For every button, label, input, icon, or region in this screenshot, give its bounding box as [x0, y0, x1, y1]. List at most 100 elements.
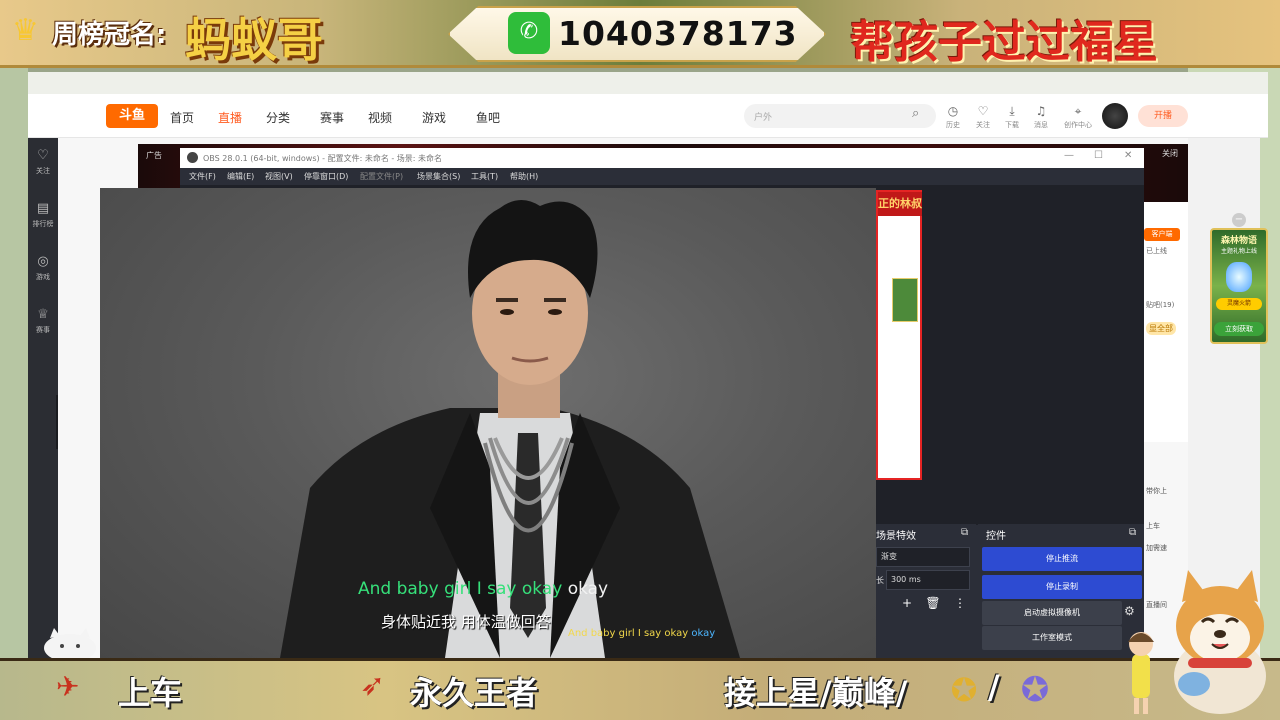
gear-icon[interactable]: ⚙ [1124, 604, 1135, 618]
slogan-text: 帮孩子过过福星 [850, 17, 1158, 68]
heart-icon[interactable]: ♡ [971, 104, 995, 118]
menu-docks[interactable]: 停靠窗口(D) [304, 171, 348, 182]
undock-icon[interactable]: ⧉ [961, 527, 968, 538]
menu-edit[interactable]: 编辑(E) [227, 171, 254, 182]
lyric-line-3-sung: And baby girl I say okay [568, 628, 689, 639]
obs-logo-icon [187, 152, 198, 163]
right-text: 已上线 [1146, 247, 1167, 255]
menu-tools[interactable]: 工具(T) [471, 171, 498, 182]
site-logo[interactable]: 斗鱼 [106, 104, 158, 128]
search-icon[interactable]: ⌕ [912, 106, 919, 121]
minimize-icon[interactable]: — [1064, 150, 1074, 161]
lyric-line-3-rest: okay [691, 628, 716, 639]
search-placeholder: 户外 [754, 113, 773, 123]
collapse-ad-icon[interactable]: − [1232, 213, 1246, 227]
nav-fishbar[interactable]: 鱼吧 [476, 109, 500, 126]
right-text: 上车 [1146, 522, 1160, 530]
download-icon[interactable]: ⤓ [1000, 104, 1024, 119]
search-input[interactable] [744, 104, 936, 128]
plane-icon: ✈ [56, 670, 80, 703]
clock-icon[interactable]: ◷ [941, 104, 965, 118]
client-button[interactable]: 客户端 [1144, 228, 1180, 241]
rocket-icon: ➶ [360, 668, 386, 703]
controls-header: 控件 [986, 531, 1006, 542]
more-icon[interactable]: ⋮ [950, 594, 970, 612]
mouse-icon[interactable]: ◎ [32, 254, 54, 269]
trash-icon[interactable]: 🗑 [923, 594, 943, 612]
lyric-line-2: 身体贴近我 用体温做回答 [381, 613, 551, 631]
stop-recording-button[interactable]: 停止录制 [982, 575, 1142, 599]
ranking-icon[interactable]: ▤ [32, 201, 54, 216]
game-ad-item: 灵魔火箭 [1216, 298, 1262, 310]
right-text[interactable]: 贴吧(19) [1146, 300, 1174, 310]
download-label: 下载 [1005, 121, 1019, 129]
menu-view[interactable]: 视图(V) [265, 171, 293, 182]
nav-match[interactable]: 赛事 [320, 109, 344, 126]
avatar[interactable] [1102, 103, 1128, 129]
menu-file[interactable]: 文件(F) [189, 171, 216, 182]
game-ad-subtitle: 主题礼物上线 [1220, 248, 1257, 255]
preview-game-card [892, 278, 918, 322]
lyric-line-1-sung: And baby girl I say okay [358, 579, 563, 599]
browser-tab-bar[interactable] [28, 72, 1268, 94]
wechat-id: 1040378173 [558, 14, 798, 53]
dog-mascot [1174, 570, 1266, 714]
preview-title: 正的林叔 [878, 192, 922, 216]
peak-rank-badge-icon: ✪ [1020, 670, 1050, 710]
show-all-badge[interactable]: 显全部 [1146, 322, 1176, 335]
lyric-line-1: And baby girl I say okay okay [358, 579, 608, 599]
menu-profile[interactable]: 配置文件(P) [360, 171, 403, 182]
trophy-icon[interactable]: ♕ [32, 307, 54, 322]
source-preview[interactable] [876, 190, 922, 480]
gem-icon [1226, 262, 1252, 292]
wechat-icon: ✆ [508, 12, 550, 54]
sidebar-item-game[interactable]: 游戏 [28, 272, 58, 282]
start-virtual-camera-button[interactable]: 启动虚拟摄像机 [982, 601, 1122, 625]
location-icon[interactable]: ⌖ [1066, 104, 1090, 119]
creator-label: 创作中心 [1064, 121, 1092, 129]
lyric-line-3: And baby girl I say okay okay [568, 628, 715, 639]
sponsor-name: 蚂蚁哥 [185, 13, 323, 67]
nav-category[interactable]: 分类 [266, 109, 290, 126]
left-sidebar [28, 138, 58, 658]
sidebar-item-follow[interactable]: 关注 [28, 166, 58, 176]
stop-streaming-button[interactable]: 停止推流 [982, 547, 1142, 571]
obs-title: OBS 28.0.1 (64-bit, windows) - 配置文件: 未命名… [203, 154, 443, 163]
history-label: 历史 [946, 121, 960, 129]
add-icon[interactable]: + [897, 594, 917, 612]
maximize-icon[interactable]: ☐ [1094, 150, 1103, 161]
right-text: 带你上 [1146, 487, 1167, 495]
studio-mode-button[interactable]: 工作室模式 [982, 626, 1122, 650]
ad-label: 广告 [146, 151, 162, 160]
menu-scene-collection[interactable]: 场景集合(S) [417, 171, 460, 182]
star-rank-badge-icon: ✪ [950, 671, 978, 709]
message-label: 消息 [1034, 121, 1048, 129]
undock-icon[interactable]: ⧉ [1129, 527, 1136, 538]
bell-icon[interactable]: ♫ [1029, 104, 1053, 118]
nav-game[interactable]: 游戏 [422, 109, 446, 126]
cat-mascot [44, 628, 96, 658]
weekly-sponsor-label: 周榜冠名: [52, 20, 167, 50]
close-icon[interactable]: ✕ [1124, 150, 1132, 161]
left-frame [0, 68, 28, 658]
menu-help[interactable]: 帮助(H) [510, 171, 538, 182]
sidebar-item-ranking[interactable]: 排行榜 [28, 219, 58, 229]
crown-icon: ♛ [12, 13, 39, 48]
bottom-text-4: / [988, 668, 1000, 706]
ad-close-button[interactable]: 关闭 [1162, 148, 1178, 159]
game-ad-button[interactable]: 立刻获取 [1214, 322, 1264, 336]
follow-label: 关注 [976, 121, 990, 129]
nav-home[interactable]: 首页 [170, 109, 194, 126]
sidebar-item-match[interactable]: 赛事 [28, 325, 58, 335]
lyric-line-1-rest: okay [567, 579, 609, 599]
transitions-header: 场景特效 [876, 531, 916, 542]
heart-icon[interactable]: ♡ [32, 148, 54, 163]
transition-select[interactable]: 渐变 [876, 547, 970, 567]
start-live-button[interactable]: 开播 [1138, 105, 1188, 127]
bottom-text-1: 上车 [118, 674, 183, 712]
bottom-text-2: 永久王者 [410, 674, 539, 712]
bottom-overlay-banner [0, 658, 1280, 720]
nav-video[interactable]: 视频 [368, 109, 392, 126]
nav-live[interactable]: 直播 [218, 109, 242, 126]
duration-stepper[interactable]: 300 ms [886, 570, 970, 590]
